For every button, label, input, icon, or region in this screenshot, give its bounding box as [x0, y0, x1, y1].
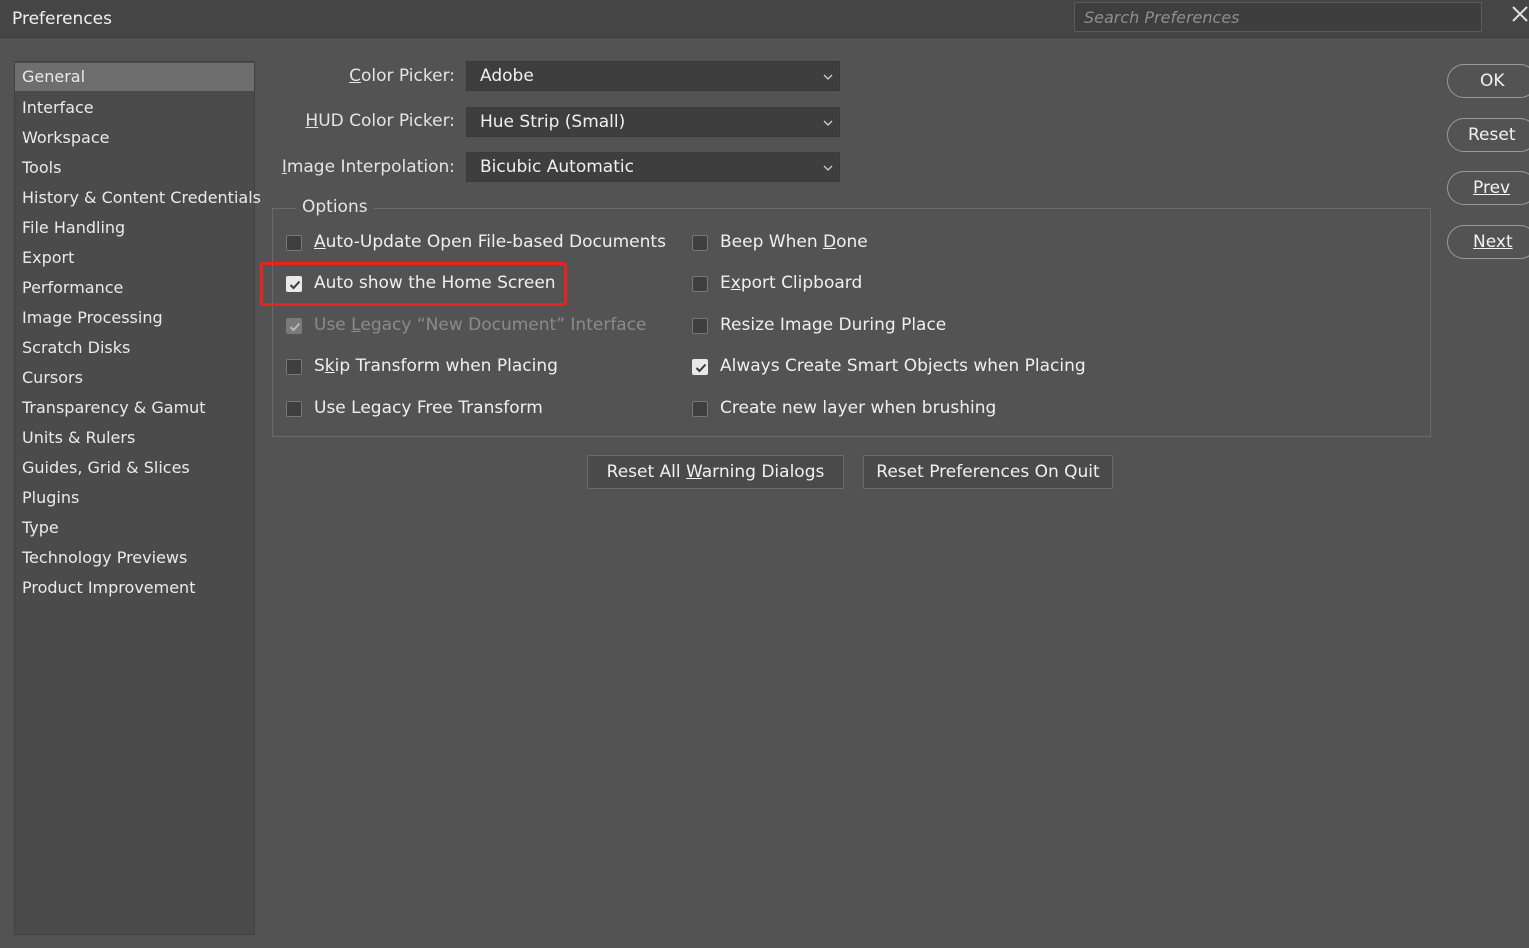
title-bar: Preferences	[0, 0, 1529, 38]
checkbox-box	[692, 276, 708, 292]
sidebar-item-technology-previews[interactable]: Technology Previews	[15, 543, 254, 573]
option-label: Skip Transform when Placing	[314, 356, 558, 376]
chevron-down-icon	[823, 165, 833, 171]
ok-button[interactable]: OK	[1447, 64, 1529, 98]
color-picker-label: Color Picker:	[349, 66, 455, 86]
sidebar-item-performance[interactable]: Performance	[15, 273, 254, 303]
checkbox-box	[286, 401, 302, 417]
sidebar-item-type[interactable]: Type	[15, 513, 254, 543]
search-input[interactable]	[1074, 2, 1482, 32]
checkmark-icon	[695, 363, 707, 373]
checkbox-box	[692, 318, 708, 334]
option-label: Always Create Smart Objects when Placing	[720, 356, 1086, 376]
reset-button[interactable]: Reset	[1447, 118, 1529, 152]
close-icon	[1512, 6, 1528, 22]
sidebar-item-export[interactable]: Export	[15, 243, 254, 273]
sidebar-item-plugins[interactable]: Plugins	[15, 483, 254, 513]
next-button[interactable]: Next	[1447, 225, 1529, 259]
color-picker-value: Adobe	[480, 66, 534, 86]
option-label: Beep When Done	[720, 232, 868, 252]
chevron-down-icon	[823, 74, 833, 80]
hud-color-picker-dropdown[interactable]: Hue Strip (Small)	[466, 107, 840, 137]
prev-button[interactable]: Prev	[1447, 171, 1529, 205]
chevron-down-icon	[823, 120, 833, 126]
image-interpolation-value: Bicubic Automatic	[480, 157, 634, 177]
option-label: Create new layer when brushing	[720, 398, 997, 418]
window-title: Preferences	[12, 9, 112, 29]
options-legend: Options	[296, 197, 374, 217]
sidebar-item-general[interactable]: General	[15, 63, 254, 91]
color-picker-dropdown[interactable]: Adobe	[466, 61, 840, 91]
image-interpolation-dropdown[interactable]: Bicubic Automatic	[466, 152, 840, 182]
option-label: Resize Image During Place	[720, 315, 947, 335]
close-button[interactable]	[1510, 4, 1529, 30]
checkbox-box	[286, 235, 302, 251]
sidebar-item-image-processing[interactable]: Image Processing	[15, 303, 254, 333]
sidebar-item-product-improvement[interactable]: Product Improvement	[15, 573, 254, 603]
checkbox-box	[286, 359, 302, 375]
option-label: Use Legacy “New Document” Interface	[314, 315, 647, 335]
hud-color-picker-value: Hue Strip (Small)	[480, 112, 626, 132]
option-label: Export Clipboard	[720, 273, 863, 293]
checkbox-box	[692, 235, 708, 251]
sidebar-item-scratch-disks[interactable]: Scratch Disks	[15, 333, 254, 363]
reset-all-warning-dialogs-button[interactable]: Reset All Warning Dialogs	[587, 455, 844, 489]
option-label: Auto-Update Open File-based Documents	[314, 232, 666, 252]
sidebar-item-cursors[interactable]: Cursors	[15, 363, 254, 393]
checkmark-icon	[289, 322, 301, 332]
sidebar-nav: General Interface Workspace Tools Histor…	[14, 61, 261, 935]
checkbox-box	[692, 401, 708, 417]
sidebar-item-workspace[interactable]: Workspace	[15, 123, 254, 153]
sidebar-item-interface[interactable]: Interface	[15, 93, 254, 123]
sidebar-item-tools[interactable]: Tools	[15, 153, 254, 183]
checkbox-box	[286, 318, 302, 334]
sidebar-item-units-rulers[interactable]: Units & Rulers	[15, 423, 254, 453]
hud-color-picker-label: HUD Color Picker:	[305, 111, 455, 131]
preferences-dialog: Preferences General Interface Workspace …	[0, 0, 1529, 948]
option-label: Use Legacy Free Transform	[314, 398, 543, 418]
sidebar-item-history-content-credentials[interactable]: History & Content Credentials	[15, 183, 261, 213]
highlight-annotation	[260, 262, 567, 306]
reset-preferences-on-quit-button[interactable]: Reset Preferences On Quit	[863, 455, 1113, 489]
sidebar-item-guides-grid-slices[interactable]: Guides, Grid & Slices	[15, 453, 254, 483]
sidebar-item-transparency-gamut[interactable]: Transparency & Gamut	[15, 393, 254, 423]
image-interpolation-label: Image Interpolation:	[281, 157, 455, 177]
checkbox-box	[692, 359, 708, 375]
sidebar-item-file-handling[interactable]: File Handling	[15, 213, 254, 243]
